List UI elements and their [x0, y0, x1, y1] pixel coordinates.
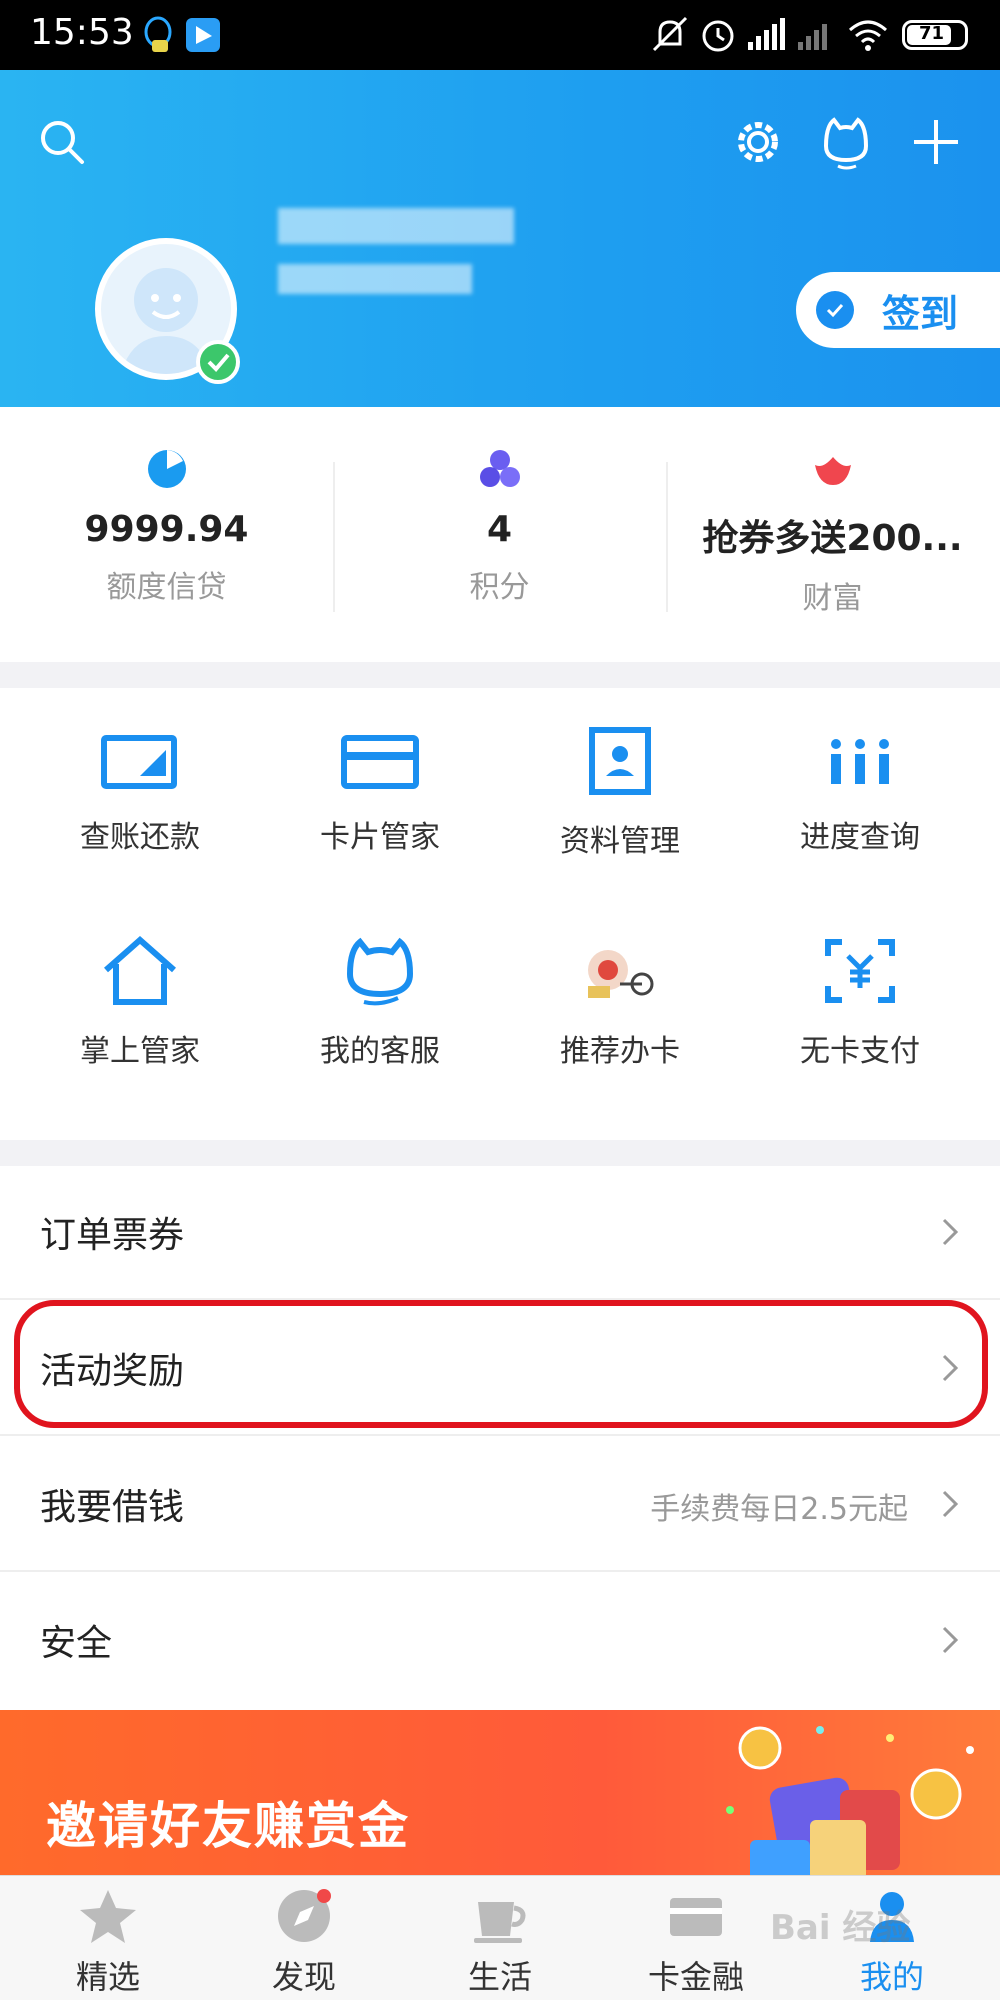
grid-item-card-manager[interactable]: 卡片管家 — [260, 732, 500, 856]
grid-label: 掌上管家 — [80, 1034, 200, 1069]
app-notification-icon — [186, 18, 220, 52]
grid-item-bill-repay[interactable]: 查账还款 — [20, 732, 260, 856]
stat-value: 4 — [486, 509, 513, 550]
row-label: 安全 — [40, 1623, 113, 1664]
tab-label: 卡金融 — [647, 1958, 744, 1996]
tab-label: 生活 — [467, 1958, 532, 1996]
row-label: 订单票券 — [40, 1215, 185, 1256]
mute-bell-icon — [652, 16, 688, 52]
grid-item-cardless-pay[interactable]: 无卡支付 — [740, 939, 980, 1070]
customer-service-icon[interactable] — [816, 112, 876, 172]
stat-label: 财富 — [802, 581, 863, 616]
tab-label: 精选 — [75, 1958, 140, 1996]
tab-card-finance[interactable]: 卡金融 — [596, 1886, 796, 1998]
battery-level: 71 — [919, 23, 945, 44]
list-row-security[interactable]: 安全 — [0, 1574, 1000, 1708]
battery-icon: 71 — [902, 20, 968, 50]
search-icon[interactable] — [32, 112, 92, 172]
recommend-card-icon — [588, 950, 654, 998]
signin-label: 签到 — [882, 291, 959, 336]
grid-item-home-manager[interactable]: 掌上管家 — [20, 936, 260, 1070]
star-icon — [80, 1890, 136, 1943]
signin-button[interactable]: 签到 — [796, 272, 1000, 348]
row-sub-text: 手续费每日2.5元起 — [650, 1492, 908, 1527]
check-icon — [207, 353, 230, 372]
stat-wealth[interactable]: 抢券多送200... 财富 — [666, 447, 999, 617]
stat-label: 积分 — [469, 570, 530, 605]
signin-check-icon — [816, 291, 854, 329]
tab-life[interactable]: 生活 — [400, 1886, 600, 1998]
pie-icon — [147, 450, 186, 488]
section-gap — [0, 662, 1000, 688]
bill-repay-icon — [101, 735, 177, 789]
account-masked — [278, 264, 472, 294]
alarm-icon — [702, 20, 734, 52]
grid-label: 推荐办卡 — [560, 1034, 680, 1069]
qq-icon — [144, 16, 172, 52]
grid-label: 查账还款 — [80, 820, 200, 855]
watermark-logo: Bai 经验 — [770, 1908, 911, 1948]
stat-value: 抢券多送200... — [702, 518, 963, 559]
progress-icon — [831, 739, 889, 784]
signal-icon — [748, 18, 785, 50]
chevron-right-icon — [942, 1626, 959, 1654]
plus-icon[interactable] — [906, 112, 966, 172]
points-icon — [479, 450, 520, 487]
home-icon — [104, 936, 176, 1005]
grid-item-recommend-card[interactable]: 推荐办卡 — [500, 942, 740, 1070]
wealth-icon — [814, 457, 851, 485]
list-row-borrow[interactable]: 我要借钱 手续费每日2.5元起 — [0, 1438, 1000, 1572]
chevron-right-icon — [942, 1490, 959, 1518]
cup-icon — [474, 1902, 526, 1943]
compass-icon — [278, 1889, 331, 1942]
banner-title: 邀请好友赚赏金 — [46, 1797, 410, 1855]
grid-label: 卡片管家 — [320, 820, 440, 855]
tab-featured[interactable]: 精选 — [8, 1886, 208, 1998]
gear-icon[interactable] — [728, 112, 788, 172]
list-row-orders[interactable]: 订单票券 — [0, 1166, 1000, 1300]
status-bar: 15:53 71 — [0, 0, 1000, 70]
cardless-pay-icon — [825, 939, 895, 1003]
highlight-annotation — [14, 1300, 988, 1428]
banner-illustration-icon — [726, 1726, 974, 1875]
stat-points[interactable]: 4 积分 — [333, 447, 666, 606]
profile-icon — [589, 727, 651, 795]
row-label: 我要借钱 — [40, 1487, 185, 1528]
card-icon — [341, 735, 419, 789]
stat-label: 额度信贷 — [106, 570, 227, 605]
feature-grid: 查账还款 卡片管家 资料管理 进度查询 掌上管家 我的客服 推荐办卡 无卡支付 — [0, 688, 1000, 1140]
stats-panel: 9999.94 额度信贷 4 积分 抢券多送200... 财富 — [0, 407, 1000, 662]
grid-label: 资料管理 — [560, 824, 680, 859]
verified-badge — [196, 340, 240, 384]
card-finance-icon — [670, 1898, 722, 1936]
grid-item-progress[interactable]: 进度查询 — [740, 732, 980, 856]
tab-label: 发现 — [271, 1958, 336, 1996]
grid-label: 无卡支付 — [800, 1034, 920, 1069]
grid-label: 我的客服 — [320, 1034, 440, 1069]
service-icon — [346, 937, 414, 1006]
wifi-icon — [849, 20, 887, 51]
profile-header: 签到 — [0, 70, 1000, 407]
status-time: 15:53 — [30, 12, 134, 53]
grid-label: 进度查询 — [800, 820, 920, 855]
username-masked — [278, 208, 514, 244]
chevron-right-icon — [942, 1218, 959, 1246]
grid-item-service[interactable]: 我的客服 — [260, 937, 500, 1070]
invite-banner[interactable]: 邀请好友赚赏金 — [0, 1710, 1000, 1875]
grid-item-profile[interactable]: 资料管理 — [500, 727, 740, 860]
tab-discover[interactable]: 发现 — [204, 1886, 404, 1998]
stat-credit[interactable]: 9999.94 额度信贷 — [0, 447, 333, 606]
section-gap — [0, 1140, 1000, 1166]
stat-value: 9999.94 — [84, 509, 249, 550]
signal-2-icon — [798, 24, 827, 50]
tab-label: 我的 — [859, 1958, 924, 1996]
